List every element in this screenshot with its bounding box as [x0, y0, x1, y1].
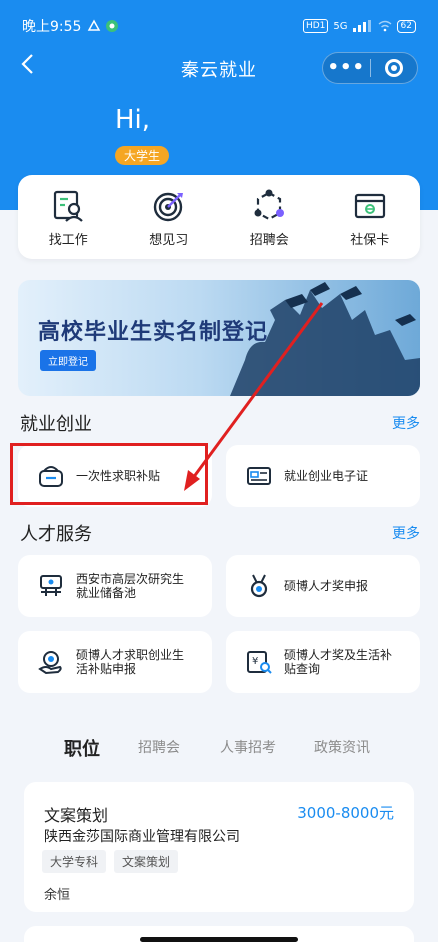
mini-program-capsule: •••: [322, 52, 418, 84]
content-tabs: 职位 招聘会 人事招考 政策资讯: [0, 735, 438, 761]
job-salary: 3000-8000元: [297, 804, 394, 822]
registration-banner[interactable]: 高校毕业生实名制登记 立即登记: [18, 280, 420, 396]
service-label: 就业创业电子证: [284, 469, 369, 483]
quick-action-find-job[interactable]: 找工作: [18, 175, 119, 259]
resume-person-icon: [54, 190, 84, 222]
tab-job-fairs[interactable]: 招聘会: [138, 737, 180, 757]
service-graduate-pool[interactable]: 西安市高层次研究生 就业储备池: [18, 555, 212, 617]
building-pool-icon: [40, 575, 62, 596]
talent-more-link[interactable]: 更多: [392, 523, 420, 543]
battery-indicator: 62: [396, 19, 416, 33]
service-talent-award[interactable]: 硕博人才奖申报: [226, 555, 420, 617]
hand-coin-icon: [38, 651, 62, 675]
hd-badge: HD1: [302, 19, 329, 33]
annotation-highlight-box: [10, 443, 208, 505]
section-title-talent: 人才服务: [20, 524, 92, 545]
shield-app-icon: [106, 20, 119, 32]
status-bar: 晚上9:55 HD1 5G 62: [22, 14, 416, 38]
job-card[interactable]: 文案策划 3000-8000元 陕西金莎国际商业管理有限公司 大学专科 文案策划…: [24, 782, 414, 912]
quick-action-label: 招聘会: [249, 233, 289, 248]
job-tags: 大学专科 文案策划: [42, 850, 179, 873]
service-label-line1: 硕博人才求职创业生: [76, 648, 185, 662]
register-now-button[interactable]: 立即登记: [40, 350, 96, 371]
job-tag: 文案策划: [114, 850, 179, 873]
job-title: 文案策划: [44, 806, 109, 825]
job-company: 陕西金莎国际商业管理有限公司: [44, 829, 240, 845]
signal-icon: [352, 20, 371, 32]
service-label-line1: 硕博人才奖及生活补: [284, 648, 393, 662]
medal-icon: [250, 574, 268, 598]
service-label-line2: 活补贴申报: [76, 662, 137, 676]
home-indicator[interactable]: [140, 937, 298, 942]
service-talent-subsidy-apply[interactable]: 硕博人才求职创业生 活补贴申报: [18, 631, 212, 693]
quick-action-label: 想见习: [149, 233, 189, 248]
tab-policy-news[interactable]: 政策资讯: [314, 737, 370, 757]
target-circle-icon[interactable]: [370, 59, 417, 77]
tab-positions[interactable]: 职位: [64, 735, 100, 761]
network-hexagon-icon: [254, 189, 285, 221]
service-label-line2: 就业储备池: [76, 586, 137, 600]
quick-action-label: 找工作: [48, 233, 88, 248]
quick-action-label: 社保卡: [350, 233, 390, 248]
quick-actions-card: 找工作 想见习 招聘会 社保卡: [18, 175, 420, 259]
section-title-employment: 就业创业: [20, 414, 92, 435]
yuan-search-icon: ¥: [247, 651, 272, 674]
service-label-line1: 西安市高层次研究生: [76, 572, 185, 586]
svg-text:¥: ¥: [252, 656, 258, 667]
role-badge: 大学生: [115, 146, 170, 165]
employment-more-link[interactable]: 更多: [392, 413, 420, 433]
banner-title: 高校毕业生实名制登记: [38, 320, 269, 345]
service-label: 硕博人才奖申报: [284, 579, 369, 593]
job-tag: 大学专科: [42, 850, 107, 873]
job-contact: 余恒: [44, 888, 71, 903]
nav-bar: 秦云就业 •••: [0, 50, 438, 86]
service-talent-award-query[interactable]: ¥ 硕博人才奖及生活补 贴查询: [226, 631, 420, 693]
tab-civil-exams[interactable]: 人事招考: [220, 737, 276, 757]
service-e-certificate[interactable]: 就业创业电子证: [226, 445, 420, 507]
notification-icon: [88, 19, 101, 31]
more-dots-icon[interactable]: •••: [323, 58, 370, 78]
social-security-card-icon: [354, 193, 385, 219]
service-label-line2: 贴查询: [284, 662, 321, 676]
greeting-text: Hi,: [115, 105, 151, 135]
quick-action-job-fair[interactable]: 招聘会: [219, 175, 320, 259]
status-time: 晚上9:55: [22, 19, 82, 35]
id-card-icon: [247, 467, 271, 485]
target-dart-icon: [153, 192, 183, 222]
wifi-icon: [378, 20, 391, 32]
quick-action-social-card[interactable]: 社保卡: [320, 175, 421, 259]
network-label: 5G: [333, 20, 348, 32]
quick-action-internship[interactable]: 想见习: [119, 175, 220, 259]
